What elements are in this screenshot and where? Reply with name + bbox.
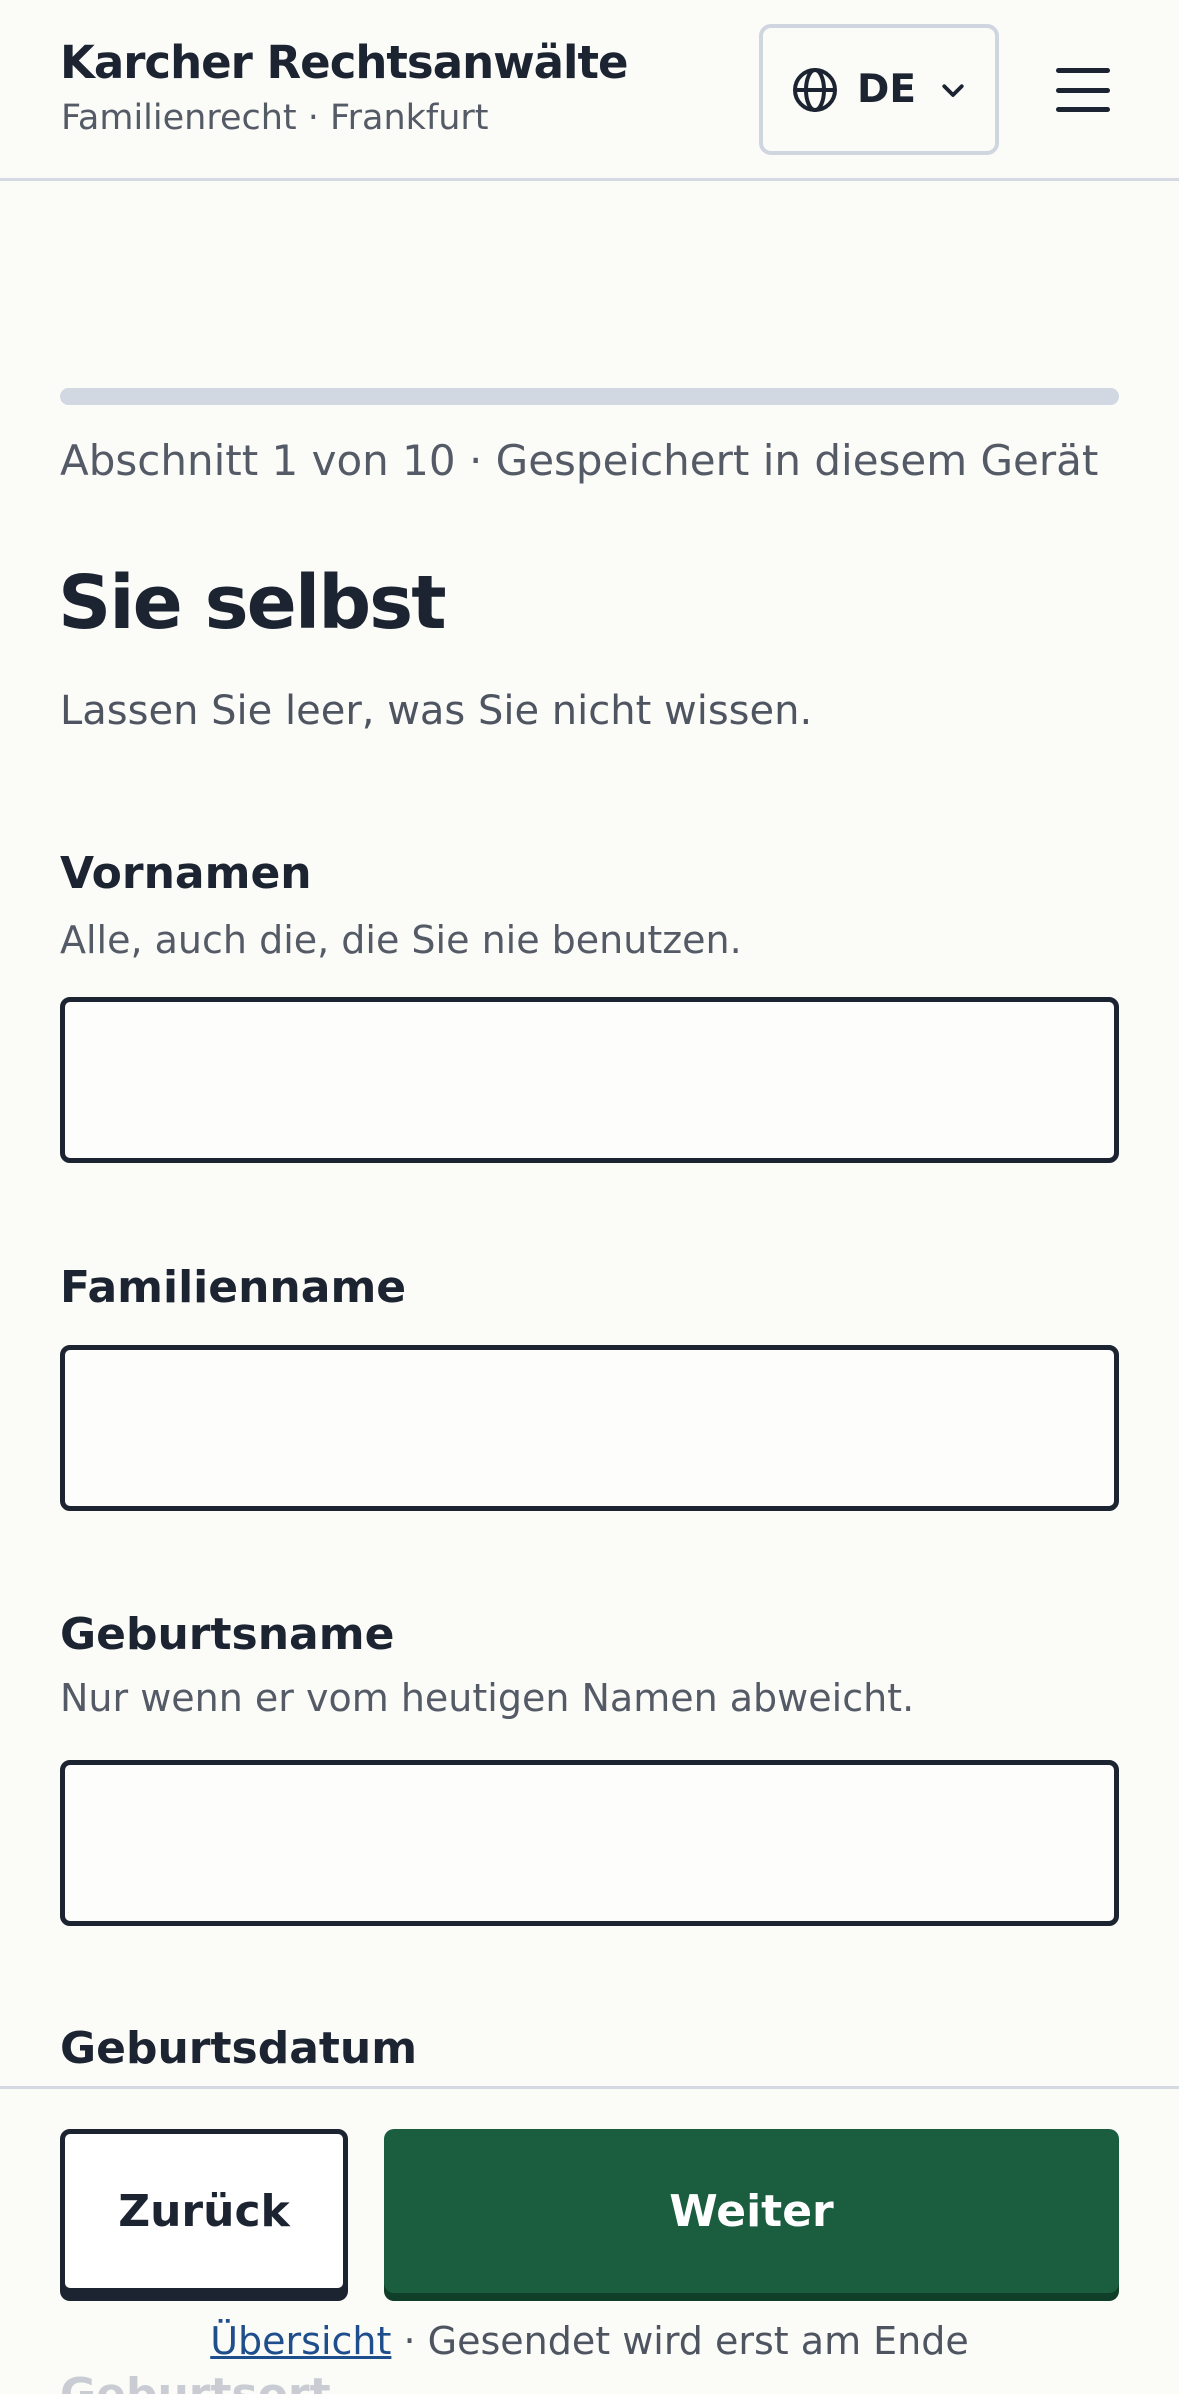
geburtsname-hint: Nur wenn er vom heutigen Namen abweicht. (60, 1676, 915, 1720)
menu-line (1056, 68, 1110, 73)
language-selector[interactable]: DE (759, 24, 999, 155)
geburtsname-input[interactable] (60, 1760, 1119, 1926)
brand-title: Karcher Rechtsanwälte (60, 36, 628, 89)
familienname-input[interactable] (60, 1345, 1119, 1511)
familienname-label: Familienname (60, 1262, 407, 1313)
section-title: Sie selbst (58, 560, 447, 646)
app-header: Karcher Rechtsanwälte Familienrecht · Fr… (0, 0, 1179, 181)
menu-line (1056, 107, 1110, 112)
next-button[interactable]: Weiter (384, 2129, 1119, 2293)
geburtsdatum-label: Geburtsdatum (60, 2023, 418, 2074)
bottom-action-bar: Zurück Weiter Übersicht · Gesendet wird … (0, 2086, 1179, 2394)
next-field-label-peek: Geburtsort (60, 2369, 331, 2394)
progress-bar (60, 388, 1119, 405)
section-intro: Lassen Sie leer, was Sie nicht wissen. (60, 688, 813, 734)
language-code: DE (857, 67, 917, 112)
vornamen-input[interactable] (60, 997, 1119, 1163)
geburtsname-label: Geburtsname (60, 1609, 395, 1660)
vornamen-hint: Alle, auch die, die Sie nie benutzen. (60, 918, 742, 962)
progress-text: Abschnitt 1 von 10 · Gespeichert in dies… (60, 436, 1099, 485)
vornamen-label: Vornamen (60, 848, 312, 899)
page: Karcher Rechtsanwälte Familienrecht · Fr… (0, 0, 1179, 2394)
brand-subtitle: Familienrecht · Frankfurt (61, 98, 489, 138)
chevron-down-icon (942, 83, 964, 97)
menu-line (1056, 87, 1110, 93)
footer-note-text: · Gesendet wird erst am Ende (391, 2319, 969, 2363)
back-button[interactable]: Zurück (60, 2129, 348, 2293)
globe-icon (793, 67, 837, 112)
hamburger-menu-icon[interactable] (1048, 62, 1118, 118)
footer-note: Übersicht · Gesendet wird erst am Ende (0, 2319, 1179, 2363)
overview-link[interactable]: Übersicht (210, 2319, 391, 2363)
